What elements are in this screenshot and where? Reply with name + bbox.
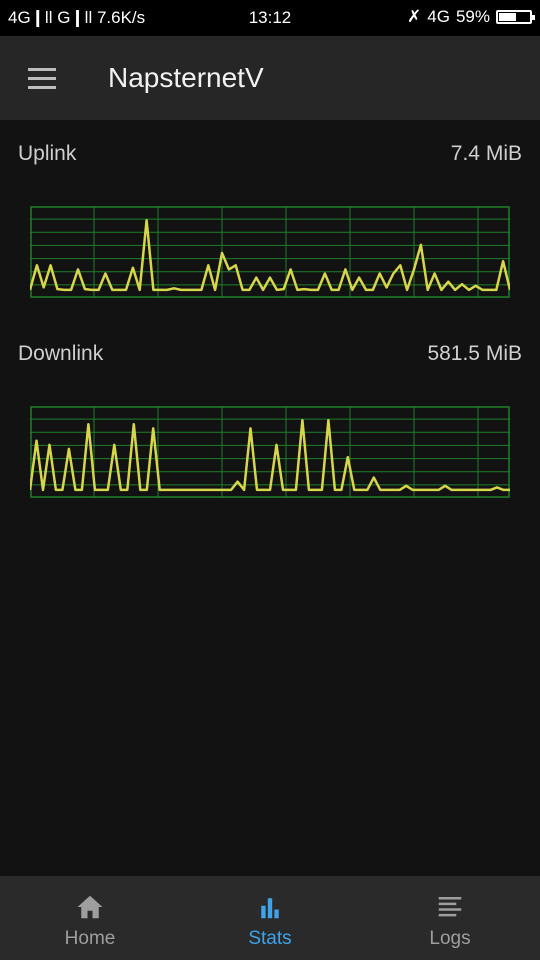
battery-percent: 59% [455,7,490,26]
bottom-navigation: Home Stats Logs [0,876,540,960]
nav-stats-label: Stats [248,928,292,949]
app-title: NapsternetV [108,62,264,93]
graph-series-line [30,218,510,292]
battery-icon [496,10,535,24]
downlink-label: Downlink [18,342,104,365]
hamburger-menu-icon[interactable] [20,60,64,96]
nav-logs-label: Logs [429,928,471,949]
downlink-row: Downlink 581.5 MiB [18,342,522,372]
nav-stats[interactable]: Stats [180,876,360,960]
bar-chart-icon [261,898,279,919]
graph-series-line [30,418,510,492]
downlink-value: 581.5 MiB [427,342,522,365]
uplink-value: 7.4 MiB [450,142,522,165]
graph-border [30,206,510,298]
battery-fill [499,13,516,21]
nav-home-label: Home [64,928,116,949]
downlink-graph [30,406,510,498]
nav-home[interactable]: Home [0,876,180,960]
network-type-indicator: 4G [427,7,450,26]
uplink-label: Uplink [18,142,77,165]
uplink-row: Uplink 7.4 MiB [18,142,522,172]
list-icon [438,897,462,917]
home-icon [77,895,103,919]
app-bar: NapsternetV [0,36,540,120]
uplink-graph [30,206,510,298]
nav-logs[interactable]: Logs [360,876,540,960]
mute-icon: ✗ [407,7,422,26]
status-bar: 4G❙ll G❙ll 7.6K/s 13:12 ✗ 4G 59% [0,0,540,36]
status-icons: ✗ 4G 59% [407,7,535,27]
